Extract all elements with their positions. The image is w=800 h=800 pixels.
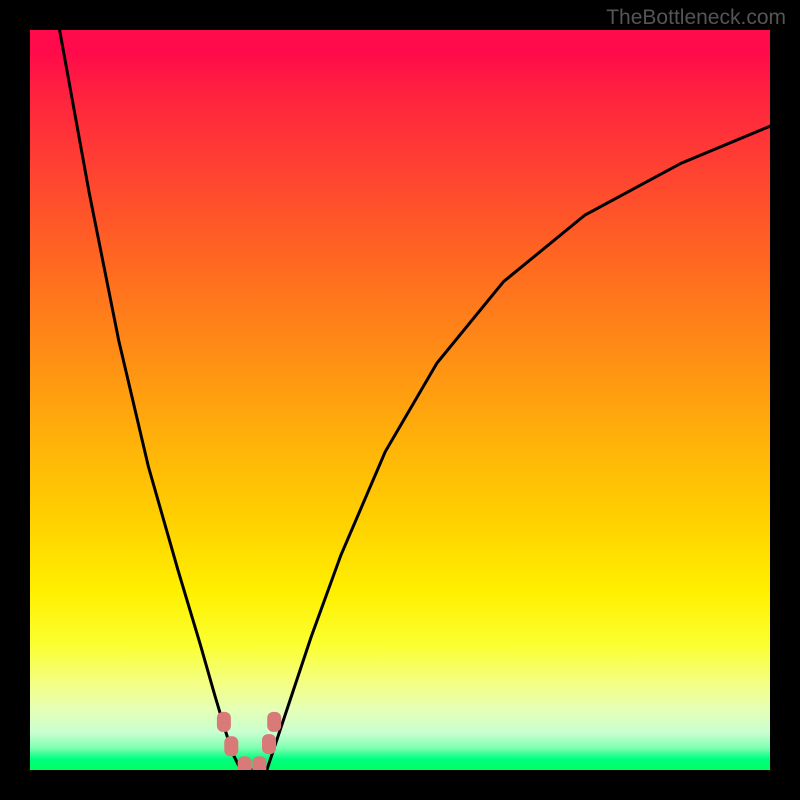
marker-2 bbox=[238, 756, 252, 770]
marker-5 bbox=[267, 712, 281, 732]
chart-svg bbox=[30, 30, 770, 770]
marker-4 bbox=[262, 734, 276, 754]
chart-markers bbox=[217, 712, 281, 770]
series-right-curve bbox=[267, 126, 770, 770]
watermark-text: TheBottleneck.com bbox=[606, 6, 786, 30]
marker-0 bbox=[217, 712, 231, 732]
series-left-curve bbox=[60, 30, 241, 770]
chart-lines bbox=[60, 30, 770, 770]
marker-1 bbox=[224, 736, 238, 756]
marker-3 bbox=[252, 756, 266, 770]
